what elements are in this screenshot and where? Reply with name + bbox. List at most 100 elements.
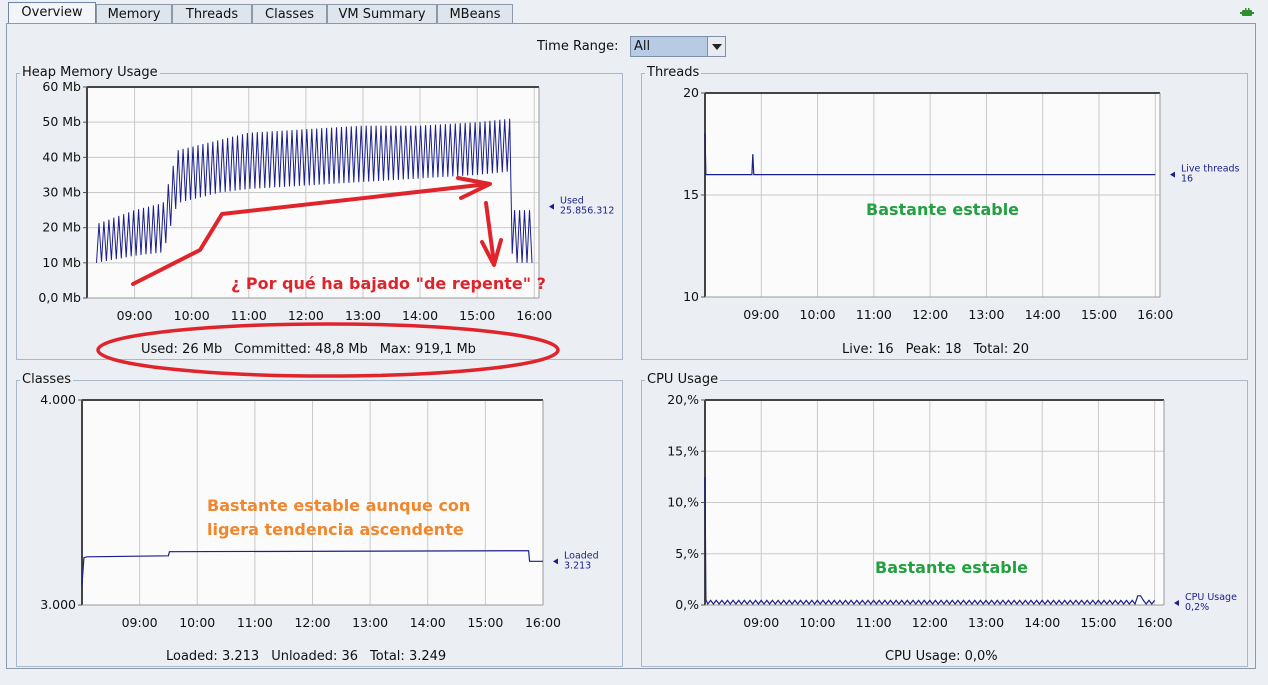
x-tick-label: 15:00 [467, 615, 503, 630]
threads-panel-title: Threads [645, 65, 702, 80]
x-tick-label: 09:00 [743, 615, 779, 630]
x-tick-label: 11:00 [231, 308, 267, 323]
threads-total-value: 20 [1012, 342, 1029, 357]
connection-plug-icon[interactable] [1240, 6, 1254, 20]
x-tick-label: 15:00 [1080, 615, 1116, 630]
classes-loaded-value: 3.213 [221, 649, 260, 664]
classes-annotation-line1: Bastante estable aunque con [207, 496, 471, 515]
x-tick-label: 12:00 [294, 615, 330, 630]
legend-series-value: 0,2% [1185, 602, 1209, 613]
classes-unloaded-label: Unloaded: [271, 649, 338, 664]
x-tick-label: 09:00 [122, 615, 158, 630]
x-tick-label: 11:00 [856, 307, 892, 322]
time-range-dropdown[interactable]: All [630, 36, 726, 57]
cpu-annotation: Bastante estable [875, 558, 1029, 577]
x-tick-label: 13:00 [968, 615, 1004, 630]
heap-max-value: 919,1 Mb [415, 342, 476, 357]
legend-marker [1170, 171, 1175, 178]
x-tick-label: 16:00 [525, 615, 561, 630]
y-tick-label: 20 Mb [42, 220, 81, 235]
x-tick-label: 09:00 [743, 307, 779, 322]
y-tick-label: 30 Mb [42, 185, 81, 200]
heap-max-label: Max: [379, 342, 411, 357]
heap-used-label: Used: [141, 342, 178, 357]
threads-annotation: Bastante estable [866, 200, 1020, 219]
classes-panel-title: Classes [20, 372, 73, 387]
x-tick-label: 15:00 [1081, 307, 1117, 322]
heap-memory-chart: 60 Mb 50 Mb 40 Mb 30 Mb 20 Mb 10 Mb 0,0 Mb 09:0… [38, 80, 614, 323]
x-tick-label: 14:00 [410, 615, 446, 630]
x-tick-label: 16:00 [1137, 307, 1173, 322]
heap-footer: Used: 26 Mb Committed: 48,8 Mb Max: 919,1 … [141, 342, 476, 357]
x-tick-label: 10:00 [800, 307, 836, 322]
tab-classes[interactable]: Classes [252, 4, 327, 23]
heap-used-value: 26 Mb [182, 342, 223, 357]
y-tick-label: 0,0 Mb [38, 290, 81, 305]
x-tick-label: 16:00 [516, 308, 552, 323]
x-tick-label: 15:00 [459, 308, 495, 323]
x-tick-label: 13:00 [345, 308, 381, 323]
y-tick-label: 50 Mb [42, 114, 81, 129]
threads-total-label: Total: [973, 342, 1009, 357]
x-tick-label: 12:00 [912, 615, 948, 630]
threads-live-value: 16 [877, 342, 894, 357]
x-tick-label: 10:00 [179, 615, 215, 630]
legend-series-value: 16 [1181, 174, 1193, 185]
y-tick-label: 60 Mb [42, 80, 81, 94]
x-tick-label: 14:00 [402, 308, 438, 323]
x-tick-label: 10:00 [174, 308, 210, 323]
x-tick-label: 11:00 [237, 615, 273, 630]
legend-marker [549, 203, 554, 210]
heap-annotation: ¿ Por qué ha bajado "de repente" ? [231, 274, 546, 293]
classes-total-label: Total: [370, 649, 405, 664]
x-tick-label: 13:00 [968, 307, 1004, 322]
legend-marker [1174, 599, 1179, 606]
threads-peak-value: 18 [945, 342, 962, 357]
tab-threads[interactable]: Threads [172, 4, 252, 23]
x-tick-label: 12:00 [288, 308, 324, 323]
tab-mbeans[interactable]: MBeans [437, 4, 513, 23]
cpu-usage-label: CPU Usage: [885, 649, 961, 664]
heap-committed-value: 48,8 Mb [315, 342, 368, 357]
x-tick-label: 11:00 [856, 615, 892, 630]
threads-footer: Live: 16 Peak: 18 Total: 20 [842, 342, 1029, 357]
cpu-chart: 20,% 15,% 10,% 5,% 0,% 09:00 10:00 11:00 12:00 13… [667, 392, 1237, 630]
classes-loaded-label: Loaded: [166, 649, 218, 664]
y-tick-label: 40 Mb [42, 149, 81, 164]
threads-live-label: Live: [842, 342, 873, 357]
y-tick-label: 10,% [667, 495, 699, 510]
x-tick-label: 16:00 [1137, 615, 1173, 630]
classes-unloaded-value: 36 [341, 649, 359, 664]
legend-series-value: 25.856.312 [560, 206, 614, 217]
y-tick-label: 0,% [675, 597, 699, 612]
cpu-footer: CPU Usage: 0,0% [885, 649, 998, 664]
y-tick-label: 15,% [667, 443, 699, 458]
tab-bar: Overview Memory Threads Classes VM Summa… [0, 0, 1268, 25]
y-tick-label: 10 Mb [42, 255, 81, 270]
legend-marker [553, 558, 558, 565]
x-tick-label: 14:00 [1024, 615, 1060, 630]
x-tick-label: 14:00 [1025, 307, 1061, 322]
y-tick-label: 5,% [675, 546, 699, 561]
y-tick-label: 4.000 [40, 392, 76, 407]
heap-panel-title: Heap Memory Usage [20, 65, 160, 80]
time-range-value: All [634, 39, 651, 54]
legend-series-value: 3.213 [564, 560, 591, 571]
x-tick-label: 12:00 [912, 307, 948, 322]
cpu-panel-title: CPU Usage [645, 372, 721, 387]
x-tick-label: 09:00 [117, 308, 153, 323]
chevron-down-icon[interactable] [707, 37, 725, 56]
y-tick-label: 3.000 [40, 597, 76, 612]
cpu-usage-value: 0,0% [964, 649, 998, 664]
tab-vm-summary[interactable]: VM Summary [327, 4, 437, 23]
x-tick-label: 10:00 [799, 615, 835, 630]
threads-peak-label: Peak: [905, 342, 941, 357]
x-tick-label: 13:00 [352, 615, 388, 630]
tab-memory[interactable]: Memory [96, 4, 172, 23]
classes-total-value: 3.249 [408, 649, 447, 664]
classes-annotation-line2: ligera tendencia ascendente [207, 520, 464, 539]
y-tick-label: 20 [683, 85, 699, 100]
tab-overview[interactable]: Overview [8, 2, 96, 23]
y-tick-label: 20,% [667, 392, 699, 407]
y-tick-label: 15 [683, 187, 699, 202]
